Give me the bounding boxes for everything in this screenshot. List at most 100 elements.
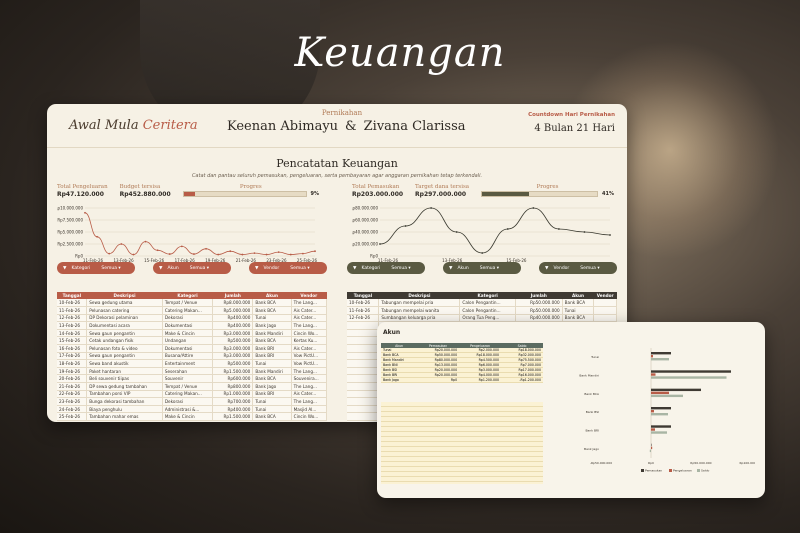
table-cell[interactable]: Make & Cincin — [162, 412, 214, 421]
table-row[interactable]: 16-Feb-26 Pelunasan foto & video Dokumenta… — [57, 344, 328, 353]
table-cell[interactable]: Administrasi &... — [162, 405, 214, 414]
table-cell[interactable]: 14-Feb-26 — [57, 329, 88, 338]
table-cell[interactable] — [347, 390, 380, 399]
table-row[interactable]: 24-Feb-26 Biaya penghulu Administrasi &...… — [57, 405, 328, 414]
table-cell[interactable]: Make & Cincin — [162, 329, 214, 338]
table-cell[interactable]: 10-Feb-26 — [57, 299, 88, 308]
table-cell[interactable]: Sewa band akustik — [86, 359, 163, 368]
table-cell[interactable]: 24-Feb-26 — [57, 405, 88, 414]
table-row[interactable]: 13-Feb-26 Dokumentasi acara Dokumentasi Rp4… — [57, 321, 328, 330]
table-cell[interactable]: Rp1.500.000 — [212, 412, 254, 421]
table-cell[interactable]: Tunai — [562, 306, 595, 315]
table-cell[interactable]: Rp600.000 — [212, 374, 254, 384]
table-cell[interactable]: Dekorasi — [162, 314, 214, 323]
table-cell[interactable]: Rp1.000.000 — [212, 390, 254, 399]
table-cell[interactable] — [347, 405, 380, 414]
table-row[interactable]: 21-Feb-26 DP sewa gedung tambahan Tempat /… — [57, 382, 328, 391]
table-cell[interactable] — [347, 397, 380, 406]
table-cell[interactable]: 11-Feb-26 — [57, 306, 88, 315]
table-cell[interactable]: Souvenira... — [291, 374, 328, 384]
table-cell[interactable]: 12-Feb-26 — [347, 314, 380, 323]
column-header[interactable]: Deskripsi — [86, 292, 163, 299]
table-row[interactable]: 19-Feb-26 Paket hantaran Seserahan Rp1.500.… — [57, 367, 328, 376]
income-filter-kategori[interactable]: ▼ Kategori Semua ▾ — [347, 262, 425, 274]
table-cell[interactable] — [347, 367, 380, 376]
table-cell[interactable]: Tunai — [252, 314, 292, 323]
table-cell[interactable]: Tempat / Venue — [162, 382, 214, 391]
table-cell[interactable]: Rp40.000.000 — [515, 314, 563, 323]
income-filter-akun[interactable]: ▼ Akun Semua ▾ — [443, 262, 521, 274]
table-cell[interactable]: Sewa gaun pengantin — [86, 352, 163, 361]
income-filter-vendor[interactable]: ▼ Vendor Semua ▾ — [539, 262, 617, 274]
column-header[interactable]: Vendor — [593, 292, 617, 299]
table-cell[interactable]: 20-Feb-26 — [57, 374, 88, 384]
table-cell[interactable]: Rp500.000 — [212, 359, 254, 368]
table-cell[interactable]: Rp800.000 — [212, 382, 254, 391]
table-cell[interactable]: Kertas Ku... — [291, 336, 328, 346]
table-row[interactable]: 12-Feb-26 Sumbangan keluarga pria Orang Tu… — [347, 314, 617, 323]
table-row[interactable]: 12-Feb-26 DP Dekorasi pelaminan Dekorasi Rp… — [57, 314, 328, 323]
table-cell[interactable] — [593, 314, 617, 323]
column-header[interactable]: Deskripsi — [378, 292, 460, 299]
table-cell[interactable]: Rp50.000.000 — [515, 306, 563, 315]
table-cell[interactable]: Pelunasan catering — [86, 306, 163, 315]
table-cell[interactable]: DP sewa gedung tambahan — [86, 382, 163, 391]
table-cell[interactable]: Rp3.000.000 — [212, 329, 254, 338]
table-cell[interactable]: Bank Jago — [252, 321, 292, 330]
table-row[interactable]: 20-Feb-26 Beli souvenir tiipas Souvenir Rp6… — [57, 374, 328, 384]
table-cell[interactable] — [347, 352, 380, 361]
table-cell[interactable]: The Lang... — [291, 397, 328, 406]
table-cell[interactable]: 11-Feb-26 — [347, 306, 380, 315]
table-cell[interactable]: Rp50.000.000 — [515, 299, 563, 308]
table-row[interactable]: 11-Feb-26 Tabungan mempelai wanita Calon P… — [347, 306, 617, 315]
expense-filter-kategori[interactable]: ▼ Kategori Semua ▾ — [57, 262, 135, 274]
table-cell[interactable]: Sewa gaun pengantin — [86, 329, 163, 338]
table-cell[interactable]: Tunai — [252, 405, 292, 414]
table-cell[interactable]: Rp5.000.000 — [212, 306, 254, 315]
table-cell[interactable]: Catering Makan... — [162, 390, 214, 399]
table-cell[interactable]: Bank BCA — [252, 412, 292, 421]
table-cell[interactable]: Ais Cater... — [291, 390, 328, 399]
table-cell[interactable]: The Lang... — [291, 367, 328, 376]
table-cell[interactable]: Bank BCA — [562, 299, 595, 308]
table-cell[interactable]: Biaya penghulu — [86, 405, 163, 414]
column-header[interactable]: Tanggal — [57, 292, 87, 299]
table-cell[interactable]: Calon Pengantin... — [459, 306, 516, 315]
table-row[interactable]: 18-Feb-26 Sewa band akustik Entertainment R… — [57, 359, 328, 368]
table-cell[interactable]: Catering Makan... — [162, 306, 214, 315]
table-cell[interactable]: Tambahan porsi VIP — [86, 390, 163, 399]
column-header[interactable]: Akun — [562, 292, 594, 299]
table-cell[interactable] — [347, 321, 380, 330]
table-cell[interactable]: Dokumentasi — [162, 321, 214, 330]
table-cell[interactable]: Dokumentasi acara — [86, 321, 163, 330]
table-cell[interactable]: Rp400.000 — [212, 405, 254, 414]
table-cell[interactable]: Rp500.000 — [212, 336, 254, 346]
table-cell[interactable]: 10-Feb-26 — [347, 299, 380, 308]
table-cell[interactable]: Tunai — [252, 359, 292, 368]
table-row[interactable]: 25-Feb-26 Tambahan mahar emas Make & Cinci… — [57, 412, 328, 421]
table-row[interactable]: 23-Feb-26 Bunga dekorasi tambahan Dekorasi… — [57, 397, 328, 406]
table-cell[interactable]: Bank BCA — [252, 299, 292, 308]
table-cell[interactable]: Ais Cater... — [291, 306, 328, 315]
table-cell[interactable]: Bank BCA — [252, 336, 292, 346]
table-cell[interactable]: Rp700.000 — [212, 397, 254, 406]
table-cell[interactable]: Rp1.500.000 — [212, 367, 254, 376]
table-cell[interactable]: Cincin Wo... — [291, 329, 328, 338]
table-cell[interactable]: Rp3.000.000 — [212, 344, 254, 353]
table-cell[interactable]: 21-Feb-26 — [57, 382, 88, 391]
table-row[interactable]: 11-Feb-26 Pelunasan catering Catering Maka… — [57, 306, 328, 315]
table-cell[interactable]: Bank BRI — [252, 344, 292, 353]
table-cell[interactable]: Ais Cater... — [291, 314, 328, 323]
table-cell[interactable]: Bank BCA — [252, 374, 292, 384]
expense-filter-akun[interactable]: ▼ Akun Semua ▾ — [153, 262, 231, 274]
column-header[interactable]: Tanggal — [347, 292, 379, 299]
table-cell[interactable]: Bank Jago — [252, 382, 292, 391]
table-cell[interactable]: The Lang... — [291, 382, 328, 391]
table-cell[interactable]: The Lang... — [291, 321, 328, 330]
table-cell[interactable]: Bank BCA — [562, 314, 595, 323]
column-header[interactable]: Vendor — [291, 292, 327, 299]
table-cell[interactable] — [347, 412, 380, 421]
table-cell[interactable]: Seserahan — [162, 367, 214, 376]
table-cell[interactable]: Rp400.000 — [212, 314, 254, 323]
table-cell[interactable]: Rp400.000 — [212, 321, 254, 330]
